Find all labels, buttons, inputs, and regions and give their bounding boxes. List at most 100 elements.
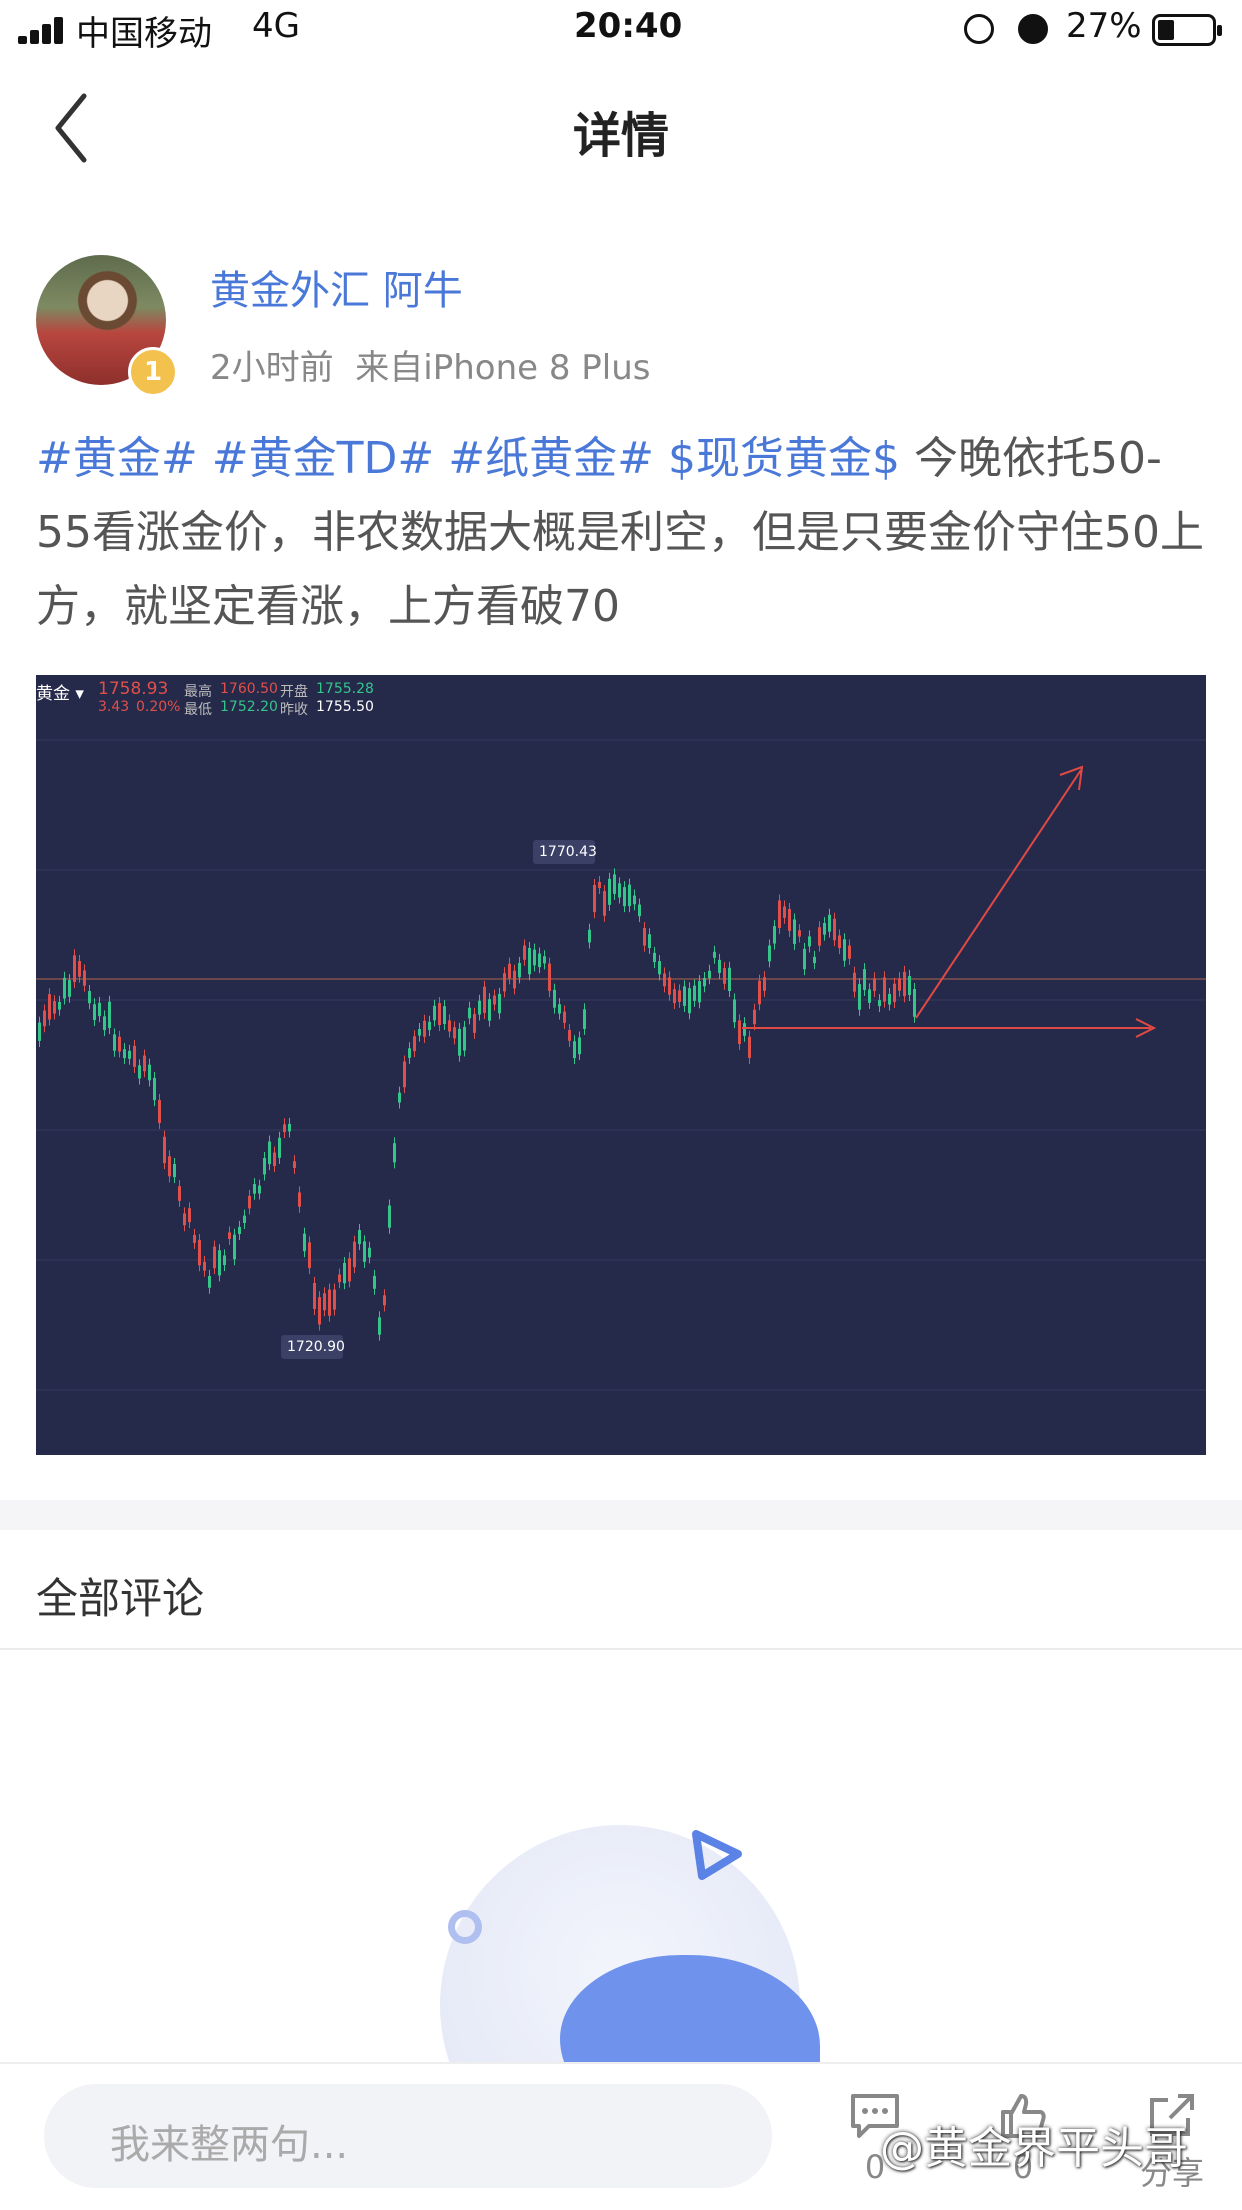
candle-body <box>353 1241 356 1268</box>
candle-body <box>578 1037 581 1055</box>
candle-body <box>313 1283 316 1309</box>
candle-body <box>53 1001 56 1014</box>
watermark: @黄金界平头哥 <box>880 2123 1188 2174</box>
candle-body <box>138 1065 141 1079</box>
candle-body <box>773 926 776 944</box>
candle-body <box>563 1011 566 1023</box>
candle-body <box>498 993 501 1014</box>
candle-body <box>378 1317 381 1335</box>
candle-body <box>823 923 826 935</box>
candle-body <box>688 988 691 1014</box>
comment-input[interactable]: 我来整两句... <box>44 2084 772 2188</box>
candle-body <box>403 1061 406 1088</box>
candle-body <box>668 977 671 995</box>
candle-body <box>633 895 636 905</box>
candle-body <box>828 914 831 932</box>
topic-tag[interactable]: #纸黄金# <box>448 433 654 484</box>
candle-body <box>833 918 836 941</box>
alarm-icon <box>1018 14 1048 44</box>
level-badge: 1 <box>128 347 178 397</box>
candle-body <box>608 878 611 905</box>
candle-body <box>108 1001 111 1029</box>
candle-body <box>543 956 546 964</box>
candle-body <box>453 1027 456 1039</box>
candle-body <box>408 1048 411 1058</box>
candle-body <box>593 884 596 913</box>
candle-body <box>503 973 506 992</box>
candle-body <box>273 1152 276 1167</box>
candle-body <box>533 949 536 966</box>
topic-tag[interactable]: #黄金# <box>36 433 198 484</box>
candle-body <box>58 1001 61 1010</box>
candle-body <box>753 1009 756 1025</box>
rotation-lock-icon <box>964 14 994 44</box>
candle-body <box>118 1036 121 1052</box>
candle-body <box>768 945 771 962</box>
candle-body <box>898 978 901 991</box>
candle-body <box>538 953 541 968</box>
page-title: 详情 <box>572 108 669 164</box>
candle-body <box>428 1021 431 1031</box>
candle-body <box>653 952 656 963</box>
candle-body <box>123 1049 126 1059</box>
candle-body <box>673 989 676 1004</box>
candle-body <box>638 904 641 917</box>
candle-body <box>158 1100 161 1123</box>
candle-body <box>318 1297 321 1325</box>
topic-tag[interactable]: #黄金TD# <box>212 433 435 484</box>
candle-body <box>458 1028 461 1056</box>
carrier-label: 中国移动 <box>76 14 212 54</box>
candle-body <box>708 970 711 979</box>
candle-body <box>433 1005 436 1021</box>
candle-body <box>763 977 766 991</box>
candle-body <box>613 874 616 894</box>
candle-body <box>748 1036 751 1058</box>
candle-body <box>263 1157 266 1175</box>
candle-body <box>413 1036 416 1052</box>
ring-decoration <box>448 1910 482 1944</box>
candle-body <box>893 983 896 1003</box>
candle-body <box>398 1092 401 1103</box>
author-name[interactable]: 黄金外汇 阿牛 <box>210 258 463 316</box>
post-time: 2小时前 <box>210 348 334 388</box>
candle-body <box>88 991 91 1004</box>
candle-body <box>418 1028 421 1036</box>
candle-body <box>603 891 606 916</box>
candle-body <box>758 980 761 1005</box>
candle-body <box>253 1184 256 1194</box>
candle-body <box>693 985 696 1001</box>
candle-body <box>518 962 521 978</box>
divider-line <box>0 1648 1242 1650</box>
candle-body <box>308 1242 311 1269</box>
candle-body <box>888 993 891 1005</box>
candle-body <box>218 1250 221 1276</box>
candle-body <box>648 934 651 949</box>
candle-body <box>348 1258 351 1282</box>
candle-body <box>523 945 526 960</box>
candle-body <box>188 1208 191 1223</box>
candle-body <box>38 1022 41 1041</box>
signal-icon <box>18 16 66 44</box>
candle-body <box>853 972 856 992</box>
candle-body <box>98 1002 101 1017</box>
candle-body <box>663 973 666 987</box>
chart-image[interactable]: 黄金 ▾ 1758.93 3.43 0.20% 最高 1760.50 最低 17… <box>36 675 1206 1455</box>
candle-body <box>743 1023 746 1036</box>
candle-body <box>293 1161 296 1168</box>
candle-body <box>393 1143 396 1163</box>
candle-body <box>163 1136 166 1164</box>
candle-body <box>173 1164 176 1178</box>
candle-body <box>338 1274 341 1283</box>
network-label: 4G <box>252 6 300 46</box>
candle-body <box>73 955 76 983</box>
candle-body <box>878 1000 881 1007</box>
candle-body <box>568 1030 571 1041</box>
candle-body <box>153 1077 156 1101</box>
stock-tag[interactable]: $现货黄金$ <box>668 433 900 484</box>
candle-body <box>283 1124 286 1133</box>
candle-body <box>303 1233 306 1252</box>
candle-body <box>908 975 911 996</box>
candle-body <box>228 1232 231 1239</box>
candle-body <box>443 1006 446 1024</box>
candle-body <box>478 1000 481 1015</box>
